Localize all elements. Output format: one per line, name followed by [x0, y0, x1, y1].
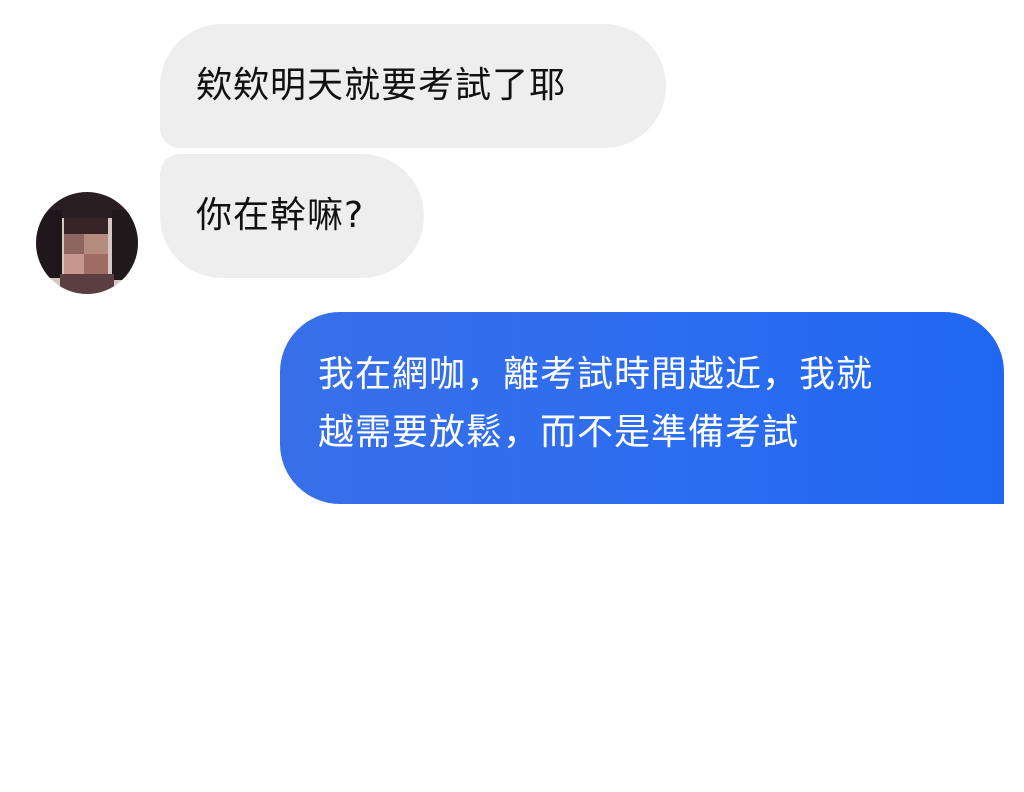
avatar-pixel-block: [112, 210, 138, 280]
avatar[interactable]: [36, 192, 138, 294]
incoming-message-text: 欸欸明天就要考試了耶: [196, 65, 567, 106]
avatar-pixel-block: [64, 254, 84, 274]
outgoing-message-line: 我在網咖，離考試時間越近，我就: [318, 354, 874, 395]
avatar-pixel-block: [64, 234, 84, 254]
chat-thread: 欸欸明天就要考試了耶 你在幹嘛? 我在網咖，離考試時間越近，我就 越需要放鬆，而…: [0, 0, 1024, 787]
avatar-pixel-block: [84, 234, 108, 254]
avatar-pixel-block: [84, 254, 108, 274]
outgoing-message-bubble[interactable]: 我在網咖，離考試時間越近，我就 越需要放鬆，而不是準備考試 @加藤草: [280, 312, 1004, 787]
watermark: @加藤草: [858, 689, 979, 787]
outgoing-message-line: 越需要放鬆，而不是準備考試: [318, 412, 800, 453]
incoming-message-bubble[interactable]: 你在幹嘛?: [160, 154, 424, 278]
incoming-message-bubble[interactable]: 欸欸明天就要考試了耶: [160, 24, 666, 148]
avatar-pixel-block: [64, 218, 108, 234]
avatar-pixel-block: [60, 274, 114, 294]
incoming-message-text: 你在幹嘛?: [196, 195, 365, 236]
avatar-pixel-block: [36, 210, 62, 278]
